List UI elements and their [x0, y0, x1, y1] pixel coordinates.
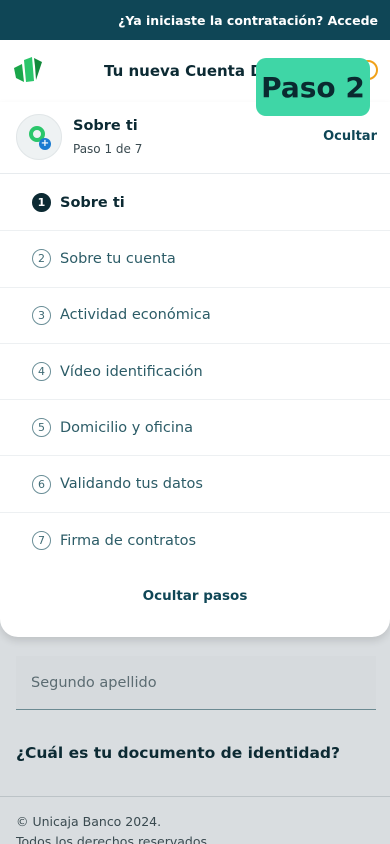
second-surname-input[interactable]: Segundo apellido — [16, 656, 376, 710]
step-item: 5 Domicilio y oficina — [0, 400, 390, 457]
current-step-subtitle: Paso 1 de 7 — [73, 142, 143, 156]
step-label: Vídeo identificación — [60, 363, 203, 380]
steps-panel: + Sobre ti Paso 1 de 7 Ocultar 1 Sobre t… — [0, 102, 390, 637]
step-number: 3 — [32, 305, 51, 325]
step-label: Sobre ti — [60, 194, 125, 211]
step-item: 7 Firma de contratos — [0, 513, 390, 569]
step-number: 5 — [32, 418, 51, 438]
current-step-title: Sobre ti — [73, 118, 138, 134]
step-item: 1 Sobre ti — [0, 175, 390, 232]
step-label: Actividad económica — [60, 307, 211, 324]
step-number: 4 — [32, 362, 51, 382]
step-label: Domicilio y oficina — [60, 419, 193, 436]
step-number: 7 — [32, 531, 51, 551]
login-banner-text[interactable]: ¿Ya iniciaste la contratación? Accede — [118, 13, 378, 28]
step-number: 1 — [32, 193, 51, 213]
unicaja-logo — [14, 57, 42, 82]
step-list: 1 Sobre ti 2 Sobre tu cuenta 3 Actividad… — [0, 175, 390, 569]
step-number: 6 — [32, 474, 51, 494]
step-item: 3 Actividad económica — [0, 288, 390, 344]
step-item: 2 Sobre tu cuenta — [0, 231, 390, 288]
footer-divider — [0, 796, 390, 797]
step-item: 4 Vídeo identificación — [0, 344, 390, 401]
id-document-question: ¿Cuál es tu documento de identidad? — [16, 744, 340, 762]
step-badge: Paso 2 — [256, 58, 370, 116]
footer-rights: Todos los derechos reservados. — [16, 834, 211, 844]
step-label: Sobre tu cuenta — [60, 250, 176, 267]
hide-button[interactable]: Ocultar — [323, 129, 377, 144]
header-title: Tu nueva Cuenta Digital — [104, 62, 259, 80]
login-banner[interactable]: ¿Ya iniciaste la contratación? Accede — [0, 0, 390, 40]
step-item: 6 Validando tus datos — [0, 456, 390, 513]
step-label: Firma de contratos — [60, 532, 197, 549]
footer-copyright: © Unicaja Banco 2024. — [16, 814, 162, 829]
step-label: Validando tus datos — [60, 476, 203, 493]
hide-steps-button[interactable]: Ocultar pasos — [0, 588, 390, 604]
step-number: 2 — [32, 249, 51, 269]
plus-icon: + — [39, 138, 51, 150]
step-avatar-icon: + — [16, 114, 62, 160]
